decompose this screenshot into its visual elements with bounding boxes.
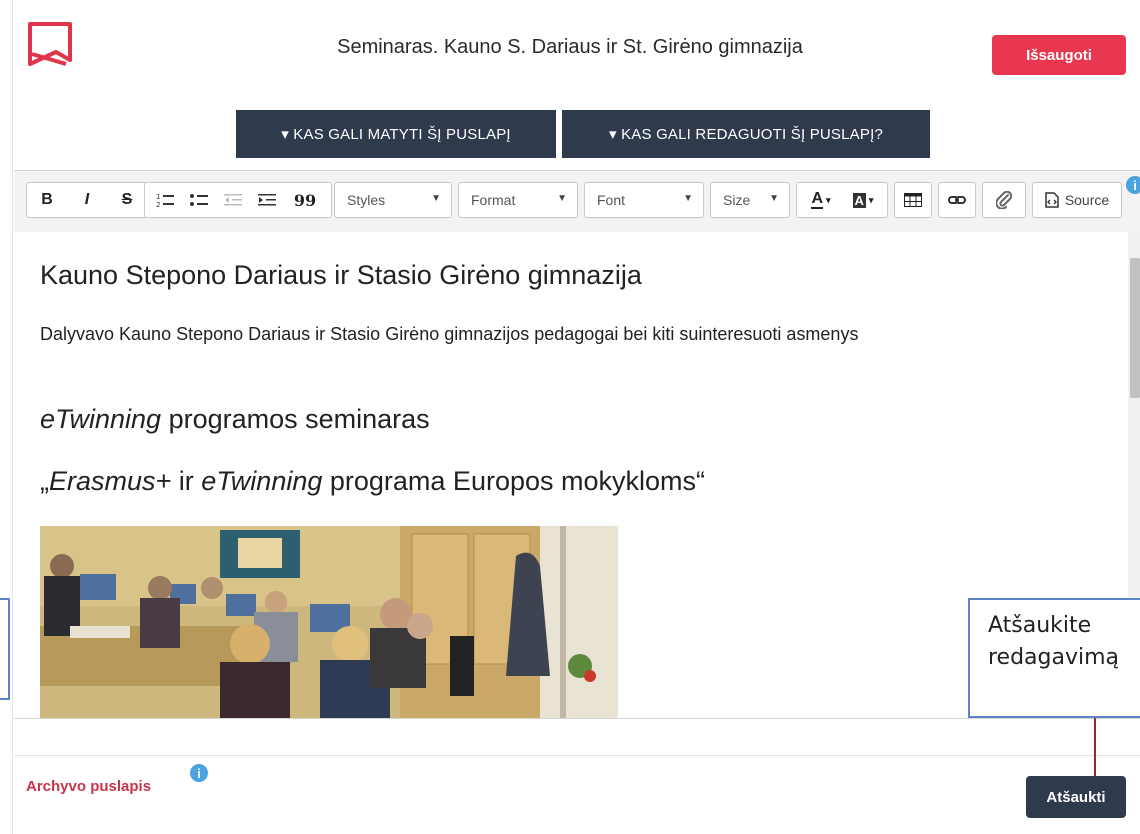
bold-button[interactable]: B xyxy=(29,183,65,217)
annotation-arrow xyxy=(1094,718,1096,776)
editor-status-bar xyxy=(14,718,1140,756)
erasmus-italic: Erasmus+ xyxy=(49,466,172,496)
subheading-text: programos seminaras xyxy=(161,404,430,434)
archive-page-label: Archyvo puslapis xyxy=(26,778,152,795)
chevron-down-icon: ▼ xyxy=(431,193,441,204)
quote-open: „ xyxy=(40,466,49,496)
numbered-list-icon[interactable]: 12 xyxy=(149,183,181,217)
format-dropdown[interactable]: Format ▼ xyxy=(458,182,578,218)
program-connector: ir xyxy=(171,466,202,496)
annotation-callout: Atšaukite redagavimą xyxy=(968,598,1140,718)
styles-label: Styles xyxy=(347,192,386,208)
etwinning-italic: eTwinning xyxy=(201,466,323,496)
archive-info-icon[interactable]: i xyxy=(190,764,208,782)
font-label: Font xyxy=(597,192,626,208)
content-heading: Kauno Stepono Dariaus ir Stasio Girėno g… xyxy=(40,260,642,290)
save-button[interactable]: Išsaugoti xyxy=(992,35,1126,75)
background-color-button[interactable]: A ▾ xyxy=(843,183,883,217)
link-icon xyxy=(939,183,975,217)
format-label: Format xyxy=(471,192,516,208)
who-can-edit-dropdown[interactable]: ▾ KAS GALI REDAGUOTI ŠĮ PUSLAPĮ? xyxy=(562,110,930,158)
chevron-down-icon: ▼ xyxy=(683,193,693,204)
info-icon[interactable]: i xyxy=(1126,176,1140,194)
chevron-down-icon: ▼ xyxy=(557,193,567,204)
size-label: Size xyxy=(723,192,751,208)
callout-line-2: redagavimą xyxy=(988,645,1120,670)
source-control: Source xyxy=(1033,183,1121,217)
scrollbar-thumb[interactable] xyxy=(1130,258,1140,398)
source-icon xyxy=(1045,192,1059,208)
svg-text:1: 1 xyxy=(156,193,160,201)
chevron-down-icon: ▼ xyxy=(769,193,779,204)
list-group: 12 99 xyxy=(144,182,332,218)
paperclip-icon xyxy=(983,183,1025,217)
table-icon xyxy=(895,183,931,217)
strikethrough-button[interactable]: S xyxy=(109,183,145,217)
attachment-button[interactable] xyxy=(982,182,1026,218)
table-button[interactable] xyxy=(894,182,932,218)
cancel-button[interactable]: Atšaukti xyxy=(1026,776,1126,818)
page-title: Seminaras. Kauno S. Dariaus ir St. Girėn… xyxy=(337,36,803,58)
bg-color-label: A xyxy=(852,192,866,208)
content-subheading: eTwinning programos seminaras xyxy=(40,404,430,435)
frame-border xyxy=(12,0,13,834)
program-text: programa Europos mokykloms“ xyxy=(322,466,706,496)
content-paragraph: Dalyvavo Kauno Stepono Dariaus ir Stasio… xyxy=(40,324,859,344)
svg-text:2: 2 xyxy=(156,201,160,208)
italic-button[interactable]: I xyxy=(69,183,105,217)
subheading-italic: eTwinning xyxy=(40,404,162,434)
indent-icon[interactable] xyxy=(251,183,283,217)
text-color-button[interactable]: A ▾ xyxy=(801,183,841,217)
bulleted-list-icon[interactable] xyxy=(183,183,215,217)
callout-line-1: Atšaukite xyxy=(988,613,1092,638)
content-program-heading: „Erasmus+ ir eTwinning programa Europos … xyxy=(40,466,705,497)
editor-toolbar: B I S 12 99 Styles ▼ Format ▼ Font ▼ Siz… xyxy=(14,170,1140,234)
font-dropdown[interactable]: Font ▼ xyxy=(584,182,704,218)
size-dropdown[interactable]: Size ▼ xyxy=(710,182,790,218)
annotation-box-left xyxy=(0,598,10,700)
seminar-photo[interactable] xyxy=(40,526,618,718)
who-can-view-dropdown[interactable]: ▾ KAS GALI MATYTI ŠĮ PUSLAPĮ xyxy=(236,110,556,158)
logo-icon xyxy=(26,20,74,68)
source-label: Source xyxy=(1064,192,1110,208)
color-group: A ▾ A ▾ xyxy=(796,182,888,218)
blockquote-button[interactable]: 99 xyxy=(285,183,325,217)
source-button[interactable]: Source xyxy=(1032,182,1122,218)
link-button[interactable] xyxy=(938,182,976,218)
basic-styles-group: B I S xyxy=(26,182,150,218)
outdent-icon[interactable] xyxy=(217,183,249,217)
text-color-label: A xyxy=(811,190,824,209)
styles-dropdown[interactable]: Styles ▼ xyxy=(334,182,452,218)
